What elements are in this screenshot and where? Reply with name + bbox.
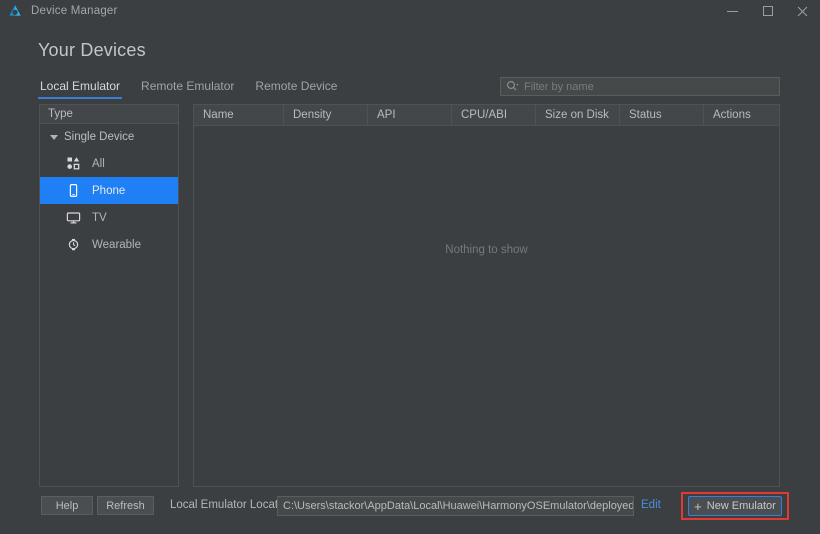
- column-header-cpu-abi[interactable]: CPU/ABI: [452, 105, 536, 125]
- column-header-status[interactable]: Status: [620, 105, 704, 125]
- sidebar-item-tv[interactable]: TV: [40, 204, 178, 231]
- page-title: Your Devices: [38, 40, 146, 60]
- title-bar: Device Manager: [0, 0, 820, 22]
- plus-icon: +: [694, 498, 702, 514]
- tab-local-emulator[interactable]: Local Emulator: [38, 79, 123, 99]
- sidebar-item-wearable[interactable]: Wearable: [40, 231, 178, 258]
- grid-devices-icon: [65, 156, 81, 172]
- local-emulator-location-field[interactable]: C:\Users\stackor\AppData\Local\Huawei\Ha…: [277, 496, 634, 516]
- new-emulator-label: New Emulator: [706, 500, 776, 512]
- edit-location-link[interactable]: Edit: [641, 499, 661, 511]
- window-controls: [715, 0, 820, 22]
- minimize-icon: [727, 10, 738, 12]
- chevron-down-icon: [50, 134, 58, 140]
- tree-node-label: Single Device: [64, 131, 135, 143]
- device-type-sidebar: Type Single Device All Phone TV Wearable: [39, 104, 179, 487]
- device-manager-window: Device Manager Your Devices Local Emulat…: [0, 0, 820, 534]
- search-icon: [506, 80, 519, 93]
- sidebar-header-type: Type: [40, 105, 178, 124]
- sidebar-item-label: TV: [92, 211, 107, 224]
- help-button[interactable]: Help: [41, 496, 93, 515]
- new-emulator-button[interactable]: + New Emulator: [688, 496, 782, 516]
- devices-table-panel: Name Density API CPU/ABI Size on Disk St…: [193, 104, 780, 487]
- search-placeholder: Filter by name: [524, 80, 594, 93]
- sidebar-item-label: All: [92, 157, 105, 170]
- filter-search-box[interactable]: Filter by name: [500, 77, 780, 96]
- deveco-logo-icon: [7, 3, 23, 19]
- window-title: Device Manager: [31, 5, 118, 17]
- refresh-button[interactable]: Refresh: [97, 496, 154, 515]
- table-header-row: Name Density API CPU/ABI Size on Disk St…: [194, 105, 779, 126]
- watch-icon: [65, 237, 81, 253]
- phone-icon: [65, 183, 81, 199]
- maximize-icon: [762, 6, 773, 16]
- column-header-size-on-disk[interactable]: Size on Disk: [536, 105, 620, 125]
- tab-bar: Local Emulator Remote Emulator Remote De…: [38, 79, 339, 99]
- tab-remote-device[interactable]: Remote Device: [253, 79, 339, 99]
- column-header-api[interactable]: API: [368, 105, 452, 125]
- sidebar-item-label: Phone: [92, 184, 126, 197]
- tab-remote-emulator[interactable]: Remote Emulator: [139, 79, 236, 99]
- minimize-button[interactable]: [715, 0, 750, 22]
- sidebar-item-phone[interactable]: Phone: [40, 177, 178, 204]
- close-icon: [797, 6, 808, 16]
- tv-icon: [65, 210, 81, 226]
- tree-node-single-device[interactable]: Single Device: [40, 124, 178, 150]
- close-button[interactable]: [785, 0, 820, 22]
- column-header-density[interactable]: Density: [284, 105, 368, 125]
- column-header-name[interactable]: Name: [194, 105, 284, 125]
- column-header-actions[interactable]: Actions: [704, 105, 779, 125]
- sidebar-item-all[interactable]: All: [40, 150, 178, 177]
- maximize-button[interactable]: [750, 0, 785, 22]
- sidebar-item-label: Wearable: [92, 238, 142, 251]
- table-empty-message: Nothing to show: [445, 244, 528, 256]
